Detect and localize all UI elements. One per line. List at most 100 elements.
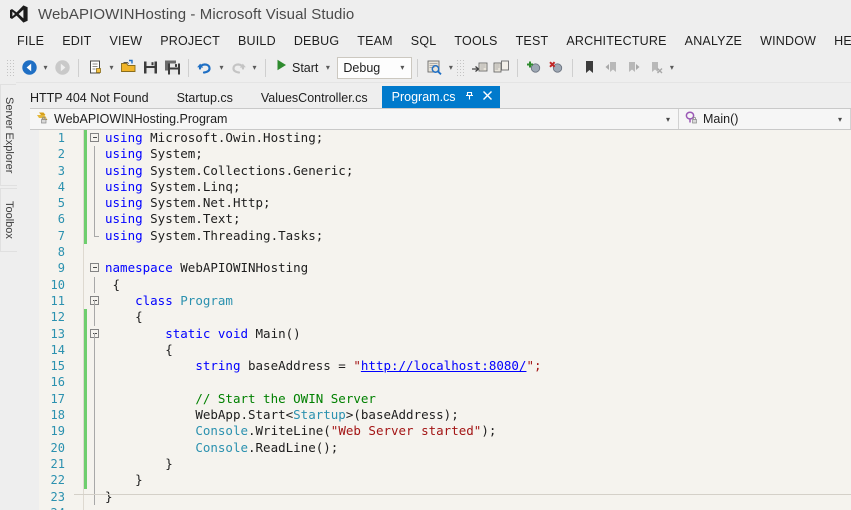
menu-help[interactable]: HELP: [825, 32, 851, 50]
outlining-margin[interactable]: [87, 439, 103, 456]
outlining-margin[interactable]: [87, 211, 103, 228]
glyph-margin[interactable]: [69, 309, 83, 325]
outlining-margin[interactable]: [87, 505, 103, 510]
outlining-margin[interactable]: [87, 390, 103, 408]
menu-architecture[interactable]: ARCHITECTURE: [557, 32, 675, 50]
outlining-margin[interactable]: [87, 162, 103, 179]
chevron-down-icon[interactable]: ▾: [830, 115, 850, 124]
glyph-margin[interactable]: [69, 407, 83, 423]
redo-dropdown-icon[interactable]: ▾: [249, 57, 260, 79]
outlining-margin[interactable]: [87, 423, 103, 440]
glyph-margin[interactable]: [69, 440, 83, 456]
code-editor[interactable]: 1 using Microsoft.Owin.Hosting; 2 using Sys…: [30, 130, 851, 510]
menu-analyze[interactable]: ANALYZE: [676, 32, 751, 50]
outlining-margin[interactable]: [87, 244, 103, 260]
outlining-margin[interactable]: [87, 374, 103, 391]
glyph-margin[interactable]: [69, 277, 83, 293]
outlining-margin[interactable]: [87, 309, 103, 326]
glyph-margin[interactable]: [69, 179, 83, 195]
menu-tools[interactable]: TOOLS: [445, 32, 506, 50]
glyph-margin[interactable]: [69, 423, 83, 439]
find-in-files-icon[interactable]: [423, 57, 445, 79]
navigate-back-icon[interactable]: [18, 57, 40, 79]
menu-debug[interactable]: DEBUG: [285, 32, 348, 50]
solution-configuration-combo[interactable]: Debug ▾: [337, 56, 413, 79]
menu-view[interactable]: VIEW: [100, 32, 151, 50]
glyph-margin[interactable]: [69, 293, 83, 309]
tab-valuescontroller-cs[interactable]: ValuesController.cs: [246, 87, 382, 108]
glyph-margin[interactable]: [69, 472, 83, 488]
collapse-toggle-icon[interactable]: [90, 133, 99, 142]
glyph-margin[interactable]: [69, 260, 83, 276]
start-debug-button[interactable]: Start: [271, 57, 322, 79]
undo-dropdown-icon[interactable]: ▾: [216, 57, 227, 79]
glyph-margin[interactable]: [69, 505, 83, 510]
find-dropdown-icon[interactable]: ▾: [445, 57, 456, 79]
glyph-margin[interactable]: [69, 489, 83, 505]
glyph-margin[interactable]: [69, 211, 83, 227]
glyph-margin[interactable]: [69, 228, 83, 244]
glyph-margin[interactable]: [69, 130, 83, 146]
collapse-toggle-icon[interactable]: [90, 263, 99, 273]
glyph-margin[interactable]: [69, 374, 83, 390]
menu-window[interactable]: WINDOW: [751, 32, 825, 50]
outlining-margin[interactable]: [87, 326, 103, 342]
outlining-margin[interactable]: [87, 178, 103, 196]
outlining-margin[interactable]: [87, 407, 103, 424]
type-navigation-combo[interactable]: WebAPIOWINHosting.Program ▾: [30, 109, 679, 129]
glyph-margin[interactable]: [69, 244, 83, 260]
close-icon[interactable]: [482, 90, 493, 104]
outlining-margin[interactable]: [87, 260, 103, 276]
outlining-margin[interactable]: [87, 227, 103, 244]
glyph-margin[interactable]: [69, 358, 83, 374]
save-all-icon[interactable]: [161, 57, 183, 79]
outlining-margin[interactable]: [87, 358, 103, 375]
outlining-margin[interactable]: [87, 130, 103, 146]
menu-build[interactable]: BUILD: [229, 32, 285, 50]
chevron-down-icon[interactable]: ▾: [658, 115, 678, 124]
undo-icon[interactable]: [194, 57, 216, 79]
comment-selection-icon[interactable]: [468, 57, 490, 79]
member-navigation-combo[interactable]: Main() ▾: [679, 109, 851, 129]
menu-project[interactable]: PROJECT: [151, 32, 229, 50]
glyph-margin[interactable]: [69, 456, 83, 472]
delete-breakpoint-icon[interactable]: [545, 57, 567, 79]
outlining-margin[interactable]: [87, 472, 103, 489]
add-breakpoint-icon[interactable]: [523, 57, 545, 79]
toolbar-grip[interactable]: [456, 58, 466, 77]
pin-icon[interactable]: [464, 90, 475, 104]
sidebar-item-server-explorer[interactable]: Server Explorer: [0, 84, 17, 186]
outlining-margin[interactable]: [87, 341, 103, 359]
outlining-margin[interactable]: [87, 293, 103, 309]
tab-http-404-not-found[interactable]: HTTP 404 Not Found: [16, 87, 163, 108]
glyph-margin[interactable]: [69, 342, 83, 358]
glyph-margin[interactable]: [69, 195, 83, 211]
menu-test[interactable]: TEST: [507, 32, 558, 50]
menu-team[interactable]: TEAM: [348, 32, 402, 50]
outlining-margin[interactable]: [87, 276, 103, 293]
glyph-margin[interactable]: [69, 391, 83, 407]
menu-edit[interactable]: EDIT: [53, 32, 100, 50]
open-file-icon[interactable]: [117, 57, 139, 79]
menu-file[interactable]: FILE: [8, 32, 53, 50]
glyph-margin[interactable]: [69, 326, 83, 342]
sidebar-item-toolbox[interactable]: Toolbox: [0, 188, 17, 252]
glyph-margin[interactable]: [69, 146, 83, 162]
toolbar-grip[interactable]: [6, 58, 15, 77]
outlining-margin[interactable]: [87, 195, 103, 212]
new-project-icon[interactable]: [84, 57, 106, 79]
navigate-back-dropdown-icon[interactable]: ▾: [40, 57, 51, 79]
tab-program-cs[interactable]: Program.cs: [381, 86, 500, 108]
outlining-margin[interactable]: [87, 146, 103, 163]
outlining-margin[interactable]: [87, 455, 103, 473]
new-project-dropdown-icon[interactable]: ▾: [106, 57, 117, 79]
tab-startup-cs[interactable]: Startup.cs: [162, 87, 247, 108]
uncomment-selection-icon[interactable]: [490, 57, 512, 79]
glyph-margin[interactable]: [69, 163, 83, 179]
menu-sql[interactable]: SQL: [402, 32, 446, 50]
bookmark-dropdown-icon[interactable]: ▾: [666, 57, 677, 79]
start-dropdown-icon[interactable]: ▾: [322, 57, 333, 79]
code-text-area[interactable]: 1 using Microsoft.Owin.Hosting; 2 using Sys…: [39, 130, 851, 510]
outlining-margin[interactable]: [87, 488, 103, 505]
save-icon[interactable]: [139, 57, 161, 79]
